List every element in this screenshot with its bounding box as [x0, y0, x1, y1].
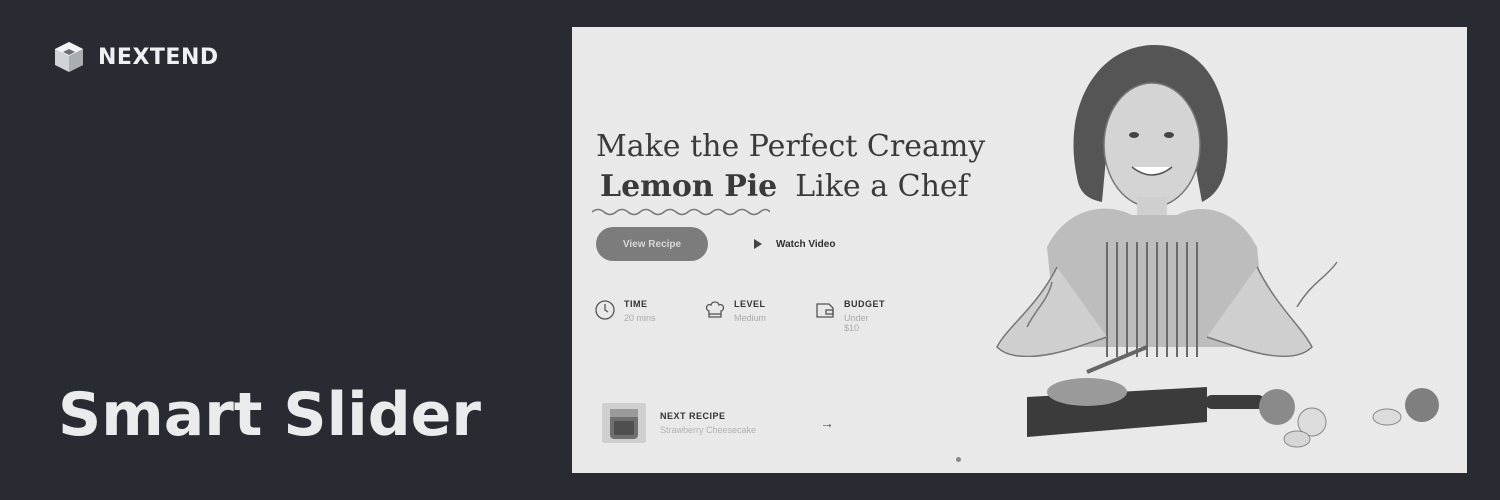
- watch-video-label: Watch Video: [776, 238, 836, 250]
- headline-highlight: Lemon Pie: [592, 167, 781, 216]
- meta-level-label: LEVEL: [734, 299, 766, 309]
- brand-name: NEXTEND: [98, 44, 219, 70]
- play-icon: [754, 239, 762, 249]
- next-recipe-label: NEXT RECIPE: [660, 411, 726, 421]
- next-recipe-title: Strawberry Cheesecake: [660, 425, 757, 435]
- slide-headline: Make the Perfect Creamy Lemon Pie Like a…: [592, 127, 986, 216]
- slider-preview: Make the Perfect Creamy Lemon Pie Like a…: [572, 27, 1467, 473]
- cta-row: View Recipe Watch Video: [596, 227, 835, 261]
- view-recipe-button[interactable]: View Recipe: [596, 227, 708, 261]
- slide-dot-indicator[interactable]: [956, 457, 961, 462]
- headline-rest: Like a Chef: [795, 169, 969, 204]
- headline-line-1: Make the Perfect Creamy: [596, 129, 986, 164]
- chef-image: [967, 44, 1467, 473]
- arrow-right-icon[interactable]: →: [820, 415, 834, 431]
- product-title: Smart Slider: [58, 380, 481, 450]
- meta-time-label: TIME: [624, 299, 648, 309]
- meta-budget-label: BUDGET: [844, 299, 885, 309]
- squiggle-underline: [592, 208, 770, 216]
- headline-line-2: Lemon Pie Like a Chef: [592, 167, 985, 216]
- brand: NEXTEND: [52, 40, 219, 74]
- cube-logo-icon: [55, 42, 83, 72]
- next-recipe-thumbnail: [602, 403, 646, 443]
- watch-video-link[interactable]: Watch Video: [754, 239, 835, 250]
- recipe-meta: TIME 20 mins LEVEL Medium BUDGET Under $…: [594, 299, 885, 333]
- meta-time: TIME 20 mins: [594, 299, 658, 333]
- meta-budget: BUDGET Under $10: [814, 299, 885, 333]
- headline-highlight-text: Lemon Pie: [600, 169, 778, 204]
- next-recipe[interactable]: NEXT RECIPE Strawberry Cheesecake →: [602, 403, 834, 443]
- meta-level-value: Medium: [734, 313, 767, 323]
- clock-icon: [595, 300, 615, 320]
- meta-budget-value: Under $10: [844, 313, 869, 333]
- chef-hat-icon: [705, 301, 725, 318]
- meta-level: LEVEL Medium: [704, 299, 768, 333]
- wallet-icon: [816, 303, 834, 318]
- meta-time-value: 20 mins: [624, 313, 656, 323]
